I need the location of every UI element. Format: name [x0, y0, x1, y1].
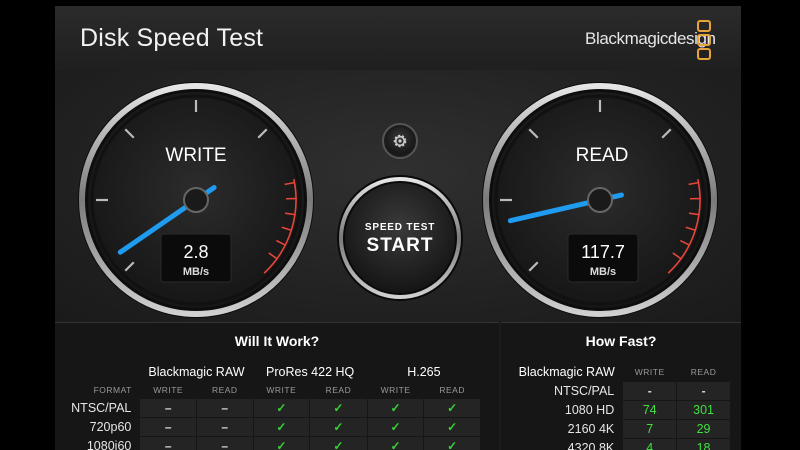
write-gauge-label: WRITE [165, 145, 226, 166]
will-it-work-table: Blackmagic RAW ProRes 422 HQ H.265 FORMA… [57, 363, 481, 450]
fps-cell: 18 [676, 437, 731, 450]
write-subheader: WRITE [266, 384, 297, 395]
check-icon: ✓ [252, 398, 311, 418]
format-column-header: FORMAT [93, 384, 132, 395]
start-button-label: START [367, 235, 434, 256]
result-cell: – [195, 417, 254, 437]
format-label: NTSC/PAL [554, 383, 615, 398]
read-speed-value: 117.7 [581, 242, 625, 262]
table-row: 4320 8K 4 18 [515, 437, 731, 450]
read-subheader: READ [211, 384, 238, 395]
read-gauge: READ 117.7 MB/s [482, 82, 718, 318]
fps-cell: 29 [676, 418, 731, 439]
write-speed-unit: MB/s [183, 266, 209, 278]
start-button[interactable]: SPEED TEST START [337, 175, 463, 301]
how-fast-table: Blackmagic RAW WRITE READ NTSC/PAL - - 1… [515, 363, 731, 450]
result-cell: – [195, 398, 254, 418]
result-cell: – [139, 417, 197, 437]
will-it-work-title: Will It Work? [234, 333, 320, 349]
will-it-work-panel: Will It Work? Blackmagic RAW ProRes 422 … [55, 322, 499, 450]
write-subheader: WRITE [380, 384, 411, 395]
write-needle-hub [183, 187, 209, 213]
check-icon: ✓ [366, 417, 425, 437]
table-row: 1080i60 – – ✓ ✓ ✓ ✓ [57, 436, 481, 450]
fps-cell: 4 [622, 437, 678, 450]
how-fast-title: How Fast? [585, 333, 657, 349]
codec-header: Blackmagic RAW [518, 365, 615, 379]
read-needle-hub [587, 187, 613, 213]
codec-header: ProRes 422 HQ [266, 365, 355, 379]
how-fast-panel: How Fast? Blackmagic RAW WRITE READ NTSC… [501, 322, 741, 450]
format-label: 1080i60 [86, 439, 132, 450]
result-cell: – [139, 398, 197, 418]
read-speed-unit: MB/s [590, 266, 616, 278]
title-bar: Disk Speed Test Blackmagicdesign [55, 6, 741, 71]
read-subheader: READ [690, 366, 717, 377]
format-label: 720p60 [89, 420, 132, 434]
format-label: NTSC/PAL [71, 401, 132, 415]
codec-header: H.265 [407, 365, 441, 379]
fps-cell: 7 [622, 418, 678, 439]
fps-cell: 74 [622, 399, 678, 420]
result-cell: – [195, 436, 254, 450]
table-row: NTSC/PAL - - [515, 380, 731, 401]
table-row: 1080 HD 74 301 [515, 399, 731, 420]
read-subheader: READ [325, 384, 352, 395]
results-area: Will It Work? Blackmagic RAW ProRes 422 … [55, 322, 741, 450]
check-icon: ✓ [309, 398, 368, 418]
fps-cell: - [676, 380, 731, 401]
check-icon: ✓ [309, 436, 368, 450]
codec-header: Blackmagic RAW [148, 365, 245, 379]
check-icon: ✓ [366, 436, 425, 450]
check-icon: ✓ [252, 417, 311, 437]
check-icon: ✓ [423, 417, 481, 437]
gauge-panel: WRITE 2.8 MB/s READ 117.7 MB/s SPEED TES… [55, 70, 741, 322]
table-row: NTSC/PAL – – ✓ ✓ ✓ ✓ [57, 398, 481, 418]
check-icon: ✓ [423, 398, 481, 418]
fps-cell: - [622, 380, 678, 401]
brand-logo [697, 20, 711, 60]
format-label: 1080 HD [564, 402, 615, 417]
format-label: 4320 8K [567, 440, 615, 450]
read-gauge-label: READ [576, 145, 629, 166]
settings-button[interactable] [382, 123, 418, 159]
check-icon: ✓ [309, 417, 368, 437]
check-icon: ✓ [366, 398, 425, 418]
app-window: Disk Speed Test Blackmagicdesign WRITE 2… [55, 6, 741, 450]
table-row: 2160 4K 7 29 [515, 418, 731, 439]
check-icon: ✓ [423, 436, 481, 450]
start-button-sublabel: SPEED TEST [365, 222, 435, 233]
check-icon: ✓ [252, 436, 311, 450]
table-row: 720p60 – – ✓ ✓ ✓ ✓ [57, 417, 481, 437]
write-subheader: WRITE [634, 366, 665, 377]
app-title: Disk Speed Test [80, 24, 264, 52]
format-label: 2160 4K [567, 421, 615, 436]
write-gauge: WRITE 2.8 MB/s [78, 82, 314, 318]
gauge-svg: WRITE 2.8 MB/s READ 117.7 MB/s SPEED TES… [78, 82, 718, 318]
read-subheader: READ [439, 384, 465, 395]
write-subheader: WRITE [153, 384, 184, 395]
result-cell: – [139, 436, 197, 450]
fps-cell: 301 [676, 399, 731, 420]
write-speed-value: 2.8 [183, 242, 208, 262]
